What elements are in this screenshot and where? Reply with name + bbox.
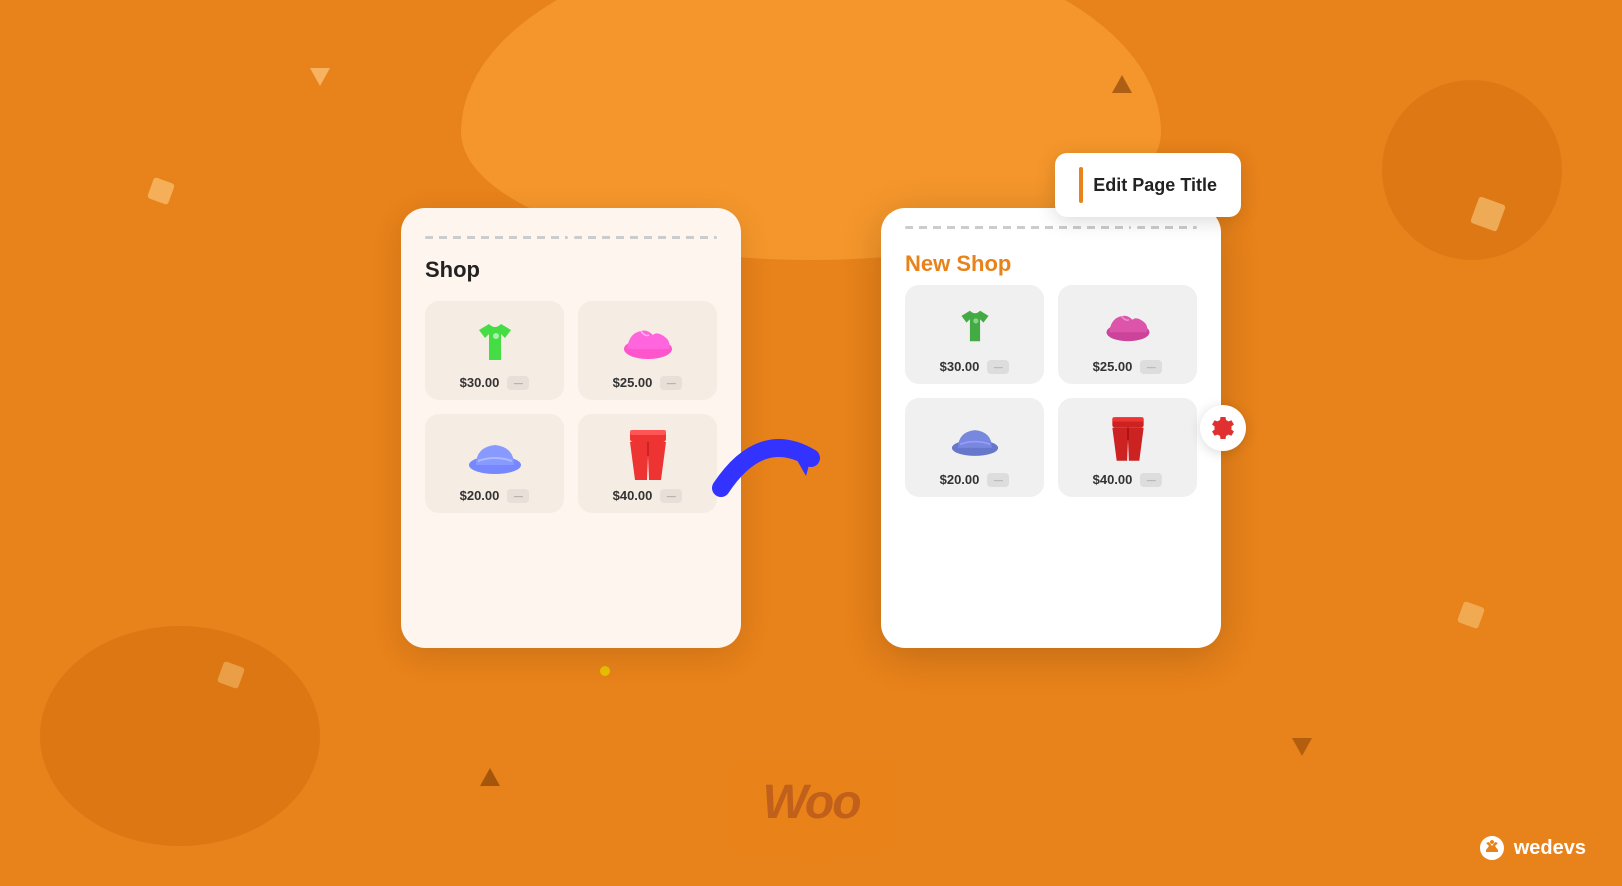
product-cell-1: $30.00 —	[425, 301, 564, 400]
product-cell-4: $40.00 —	[578, 414, 717, 513]
edit-title-accent	[1079, 167, 1083, 203]
new-product-price-row-4: $40.00 —	[1070, 472, 1185, 487]
new-product-price-2: $25.00	[1093, 359, 1133, 374]
new-product-price-3: $20.00	[940, 472, 980, 487]
product-emoji-4	[625, 430, 671, 480]
new-product-btn-2[interactable]: —	[1140, 360, 1162, 374]
left-card-top-bar	[425, 232, 717, 239]
new-product-cell-1: $30.00 —	[905, 285, 1044, 384]
product-cell-3: $20.00 —	[425, 414, 564, 513]
product-emoji-1	[469, 317, 521, 367]
new-product-btn-3[interactable]: —	[987, 473, 1009, 487]
new-product-cell-4: $40.00 —	[1058, 398, 1197, 497]
product-price-2: $25.00	[613, 375, 653, 390]
product-price-row-4: $40.00 —	[590, 488, 705, 503]
product-price-row-2: $25.00 —	[590, 375, 705, 390]
curved-arrow	[701, 408, 831, 518]
new-product-price-4: $40.00	[1093, 472, 1133, 487]
product-price-3: $20.00	[460, 488, 500, 503]
new-product-cell-3: $20.00 —	[905, 398, 1044, 497]
new-product-emoji-1	[953, 301, 997, 351]
right-shop-card: Edit Page Title New Shop	[881, 208, 1221, 648]
edit-title-text: Edit Page Title	[1093, 175, 1217, 196]
product-price-row-1: $30.00 —	[437, 375, 552, 390]
right-card-inner: $30.00 —	[881, 285, 1221, 521]
new-product-btn-1[interactable]: —	[987, 360, 1009, 374]
left-card-title: Shop	[425, 257, 717, 283]
woo-text: Woo	[762, 776, 859, 829]
left-shop-card: Shop $30.00 —	[401, 208, 741, 648]
right-card-title: New Shop	[881, 235, 1221, 285]
product-price-4: $40.00	[613, 488, 653, 503]
gear-button[interactable]	[1200, 405, 1246, 451]
new-product-emoji-4	[1108, 414, 1148, 464]
product-btn-3[interactable]: —	[507, 489, 529, 503]
product-btn-2[interactable]: —	[660, 376, 682, 390]
product-emoji-3	[468, 430, 522, 480]
product-price-row-3: $20.00 —	[437, 488, 552, 503]
wedevs-logo-icon	[1478, 834, 1506, 862]
new-product-btn-4[interactable]: —	[1140, 473, 1162, 487]
dashed-line-right	[574, 236, 717, 239]
product-btn-1[interactable]: —	[507, 376, 529, 390]
dashed-line-left	[425, 236, 568, 239]
new-product-emoji-3	[951, 414, 999, 464]
new-product-price-row-1: $30.00 —	[917, 359, 1032, 374]
new-product-cell-2: $25.00 —	[1058, 285, 1197, 384]
wedevs-text: wedevs	[1514, 837, 1586, 860]
woo-bubble: Woo	[726, 757, 895, 856]
edit-title-popup: Edit Page Title	[1055, 153, 1241, 217]
dashed-line-right-2	[1137, 226, 1197, 229]
new-product-emoji-2	[1102, 301, 1154, 351]
left-product-grid: $30.00 — $25.00 —	[425, 301, 717, 513]
new-product-price-row-3: $20.00 —	[917, 472, 1032, 487]
product-btn-4[interactable]: —	[660, 489, 682, 503]
gear-icon	[1210, 415, 1236, 441]
cards-wrapper: Shop $30.00 —	[401, 208, 1221, 648]
product-cell-2: $25.00 —	[578, 301, 717, 400]
wedevs-logo: wedevs	[1478, 834, 1586, 862]
product-price-1: $30.00	[460, 375, 500, 390]
product-emoji-2	[619, 317, 677, 367]
new-product-price-row-2: $25.00 —	[1070, 359, 1185, 374]
new-product-price-1: $30.00	[940, 359, 980, 374]
main-content: Shop $30.00 —	[0, 0, 1622, 886]
dashed-line-right-1	[905, 226, 1131, 229]
right-product-grid: $30.00 —	[905, 285, 1197, 497]
